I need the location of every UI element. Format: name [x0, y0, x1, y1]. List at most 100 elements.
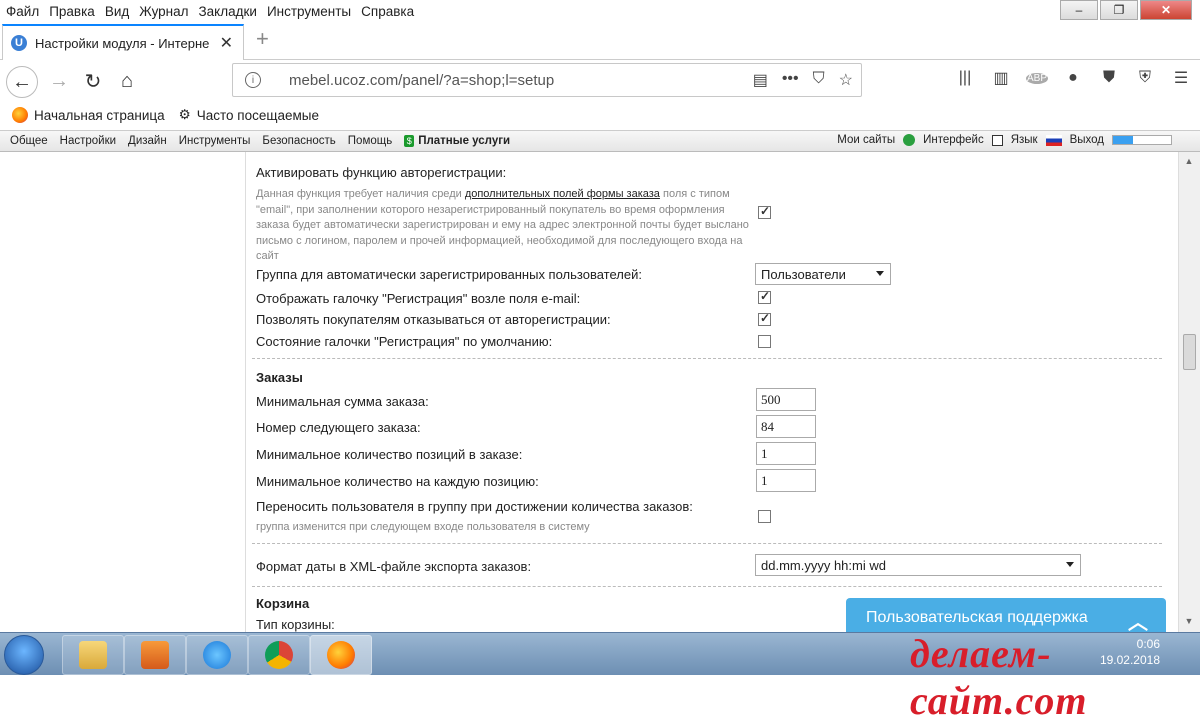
url-bar[interactable]: i mebel.ucoz.com/panel/?a=shop;l=setup ▤… [232, 63, 862, 97]
ucoz-menu-security[interactable]: Безопасность [262, 135, 335, 147]
menu-bookmarks[interactable]: Закладки [199, 4, 257, 19]
bookmark-star-icon[interactable]: ☆ [839, 70, 853, 90]
chrome-icon [265, 641, 293, 669]
progress-bar [1112, 135, 1172, 145]
taskbar-media[interactable] [124, 635, 186, 675]
firefox-icon [327, 641, 355, 669]
extra-fields-link[interactable]: дополнительных полей формы заказа [465, 188, 660, 200]
tab-active[interactable]: U Настройки модуля - Интерне ✕ [2, 24, 244, 60]
divider [252, 543, 1162, 544]
folder-icon [79, 641, 107, 669]
ucoz-menu-design[interactable]: Дизайн [128, 135, 167, 147]
left-sidebar [0, 152, 246, 632]
ublock-icon[interactable]: ⛊ [1098, 69, 1120, 87]
taskbar-ie[interactable] [186, 635, 248, 675]
ucoz-menu-paid[interactable]: Платные услуги [418, 135, 510, 147]
menu-view[interactable]: Вид [105, 4, 129, 19]
interface-checkbox[interactable] [991, 134, 1003, 146]
toolbar-right: ||| ▥ ABP ● ⛊ ⛨ ☰ [954, 68, 1192, 88]
pocket-icon[interactable]: ⛉ [813, 70, 825, 90]
autoreg-checkbox[interactable] [758, 204, 771, 219]
back-arrow-icon[interactable]: ← [6, 66, 38, 98]
divider [252, 586, 1162, 587]
scrollbar[interactable]: ▲ ▼ [1178, 152, 1200, 632]
tab-title: Настройки модуля - Интерне [35, 35, 210, 51]
language-link[interactable]: Язык [1011, 134, 1038, 146]
close-window-button[interactable]: ✕ [1140, 0, 1192, 20]
allow-refuse-checkbox[interactable] [758, 311, 771, 326]
extension-icon[interactable]: ● [1062, 69, 1084, 87]
new-tab-icon[interactable]: + [256, 26, 269, 52]
home-icon[interactable]: ⌂ [112, 66, 142, 96]
autoreg-label: Активировать функцию авторегистрации: [256, 165, 507, 180]
bookmark-frequent[interactable]: Часто посещаемые [197, 108, 319, 123]
ucoz-menu-help[interactable]: Помощь [348, 135, 392, 147]
settings-form: Активировать функцию авторегистрации: Да… [246, 152, 1178, 632]
date-format-label: Формат даты в XML-файле экспорта заказов… [256, 559, 532, 574]
menu-bar: Файл Правка Вид Журнал Закладки Инструме… [0, 0, 1200, 22]
reload-icon[interactable]: ↻ [78, 66, 108, 96]
group-select[interactable]: Пользователи [755, 263, 891, 285]
min-pos-input[interactable]: 1 [756, 442, 816, 465]
next-num-label: Номер следующего заказа: [256, 420, 421, 435]
next-num-input[interactable]: 84 [756, 415, 816, 438]
taskbar-explorer[interactable] [62, 635, 124, 675]
orders-heading: Заказы [256, 370, 303, 385]
min-each-input[interactable]: 1 [756, 469, 816, 492]
reader-view-icon[interactable]: ▤ [753, 70, 768, 90]
min-pos-label: Минимальное количество позиций в заказе: [256, 447, 523, 462]
scroll-down-icon[interactable]: ▼ [1182, 616, 1196, 630]
menu-edit[interactable]: Правка [49, 4, 95, 19]
info-icon[interactable]: i [245, 72, 261, 88]
tab-bar: U Настройки модуля - Интерне ✕ + [0, 22, 1200, 60]
clock-date: 19.02.2018 [1099, 653, 1160, 667]
forward-arrow-icon[interactable]: → [44, 66, 74, 96]
min-sum-label: Минимальная сумма заказа: [256, 394, 429, 409]
bookmark-home[interactable]: Начальная страница [34, 108, 165, 123]
move-group-description: группа изменится при следующем входе пол… [256, 521, 590, 533]
sidebar-icon[interactable]: ▥ [990, 68, 1012, 88]
clock-time: 0:06 [1136, 637, 1160, 651]
chevron-down-icon [876, 271, 884, 276]
internet-explorer-icon [203, 641, 231, 669]
default-state-checkbox[interactable] [758, 335, 771, 348]
close-tab-icon[interactable]: ✕ [220, 33, 233, 53]
allow-refuse-label: Позволять покупателям отказываться от ав… [256, 312, 611, 327]
scrollbar-thumb[interactable] [1183, 334, 1196, 370]
divider [252, 358, 1162, 359]
logout-link[interactable]: Выход [1070, 134, 1104, 146]
hamburger-menu-icon[interactable]: ☰ [1170, 68, 1192, 88]
cart-type-label: Тип корзины: [256, 617, 335, 632]
my-sites-link[interactable]: Мои сайты [837, 134, 895, 146]
menu-history[interactable]: Журнал [139, 4, 188, 19]
firefox-icon [12, 107, 28, 123]
minimize-button[interactable]: ‒ [1060, 0, 1098, 20]
maximize-button[interactable]: ❐ [1100, 0, 1138, 20]
date-format-select[interactable]: dd.mm.yyyy hh:mi wd [755, 554, 1081, 576]
default-state-label: Состояние галочки "Регистрация" по умолч… [256, 334, 553, 349]
more-actions-icon[interactable]: ••• [782, 70, 799, 90]
adblock-icon[interactable]: ABP [1026, 72, 1048, 84]
interface-link[interactable]: Интерфейс [923, 134, 984, 146]
ucoz-menu-settings[interactable]: Настройки [60, 135, 116, 147]
ucoz-admin-bar: Общее Настройки Дизайн Инструменты Безоп… [0, 130, 1200, 152]
library-icon[interactable]: ||| [954, 69, 976, 87]
move-group-label: Переносить пользователя в группу при дос… [256, 499, 693, 514]
menu-file[interactable]: Файл [6, 4, 39, 19]
ucoz-menu-general[interactable]: Общее [10, 135, 48, 147]
show-reg-checkbox[interactable] [758, 289, 771, 304]
taskbar-chrome[interactable] [248, 635, 310, 675]
show-reg-label: Отображать галочку "Регистрация" возле п… [256, 291, 581, 306]
autoreg-description: Данная функция требует наличия среди доп… [256, 188, 749, 262]
menu-tools[interactable]: Инструменты [267, 4, 351, 19]
min-sum-input[interactable]: 500 [756, 388, 816, 411]
scroll-up-icon[interactable]: ▲ [1182, 156, 1196, 170]
ucoz-menu-tools[interactable]: Инструменты [179, 135, 251, 147]
russian-flag-icon[interactable] [1045, 134, 1062, 146]
menu-help[interactable]: Справка [361, 4, 414, 19]
shield-icon[interactable]: ⛨ [1134, 69, 1156, 87]
start-button[interactable] [4, 635, 44, 675]
taskbar-firefox[interactable] [310, 635, 372, 675]
move-group-checkbox[interactable] [758, 510, 771, 523]
min-each-label: Минимальное количество на каждую позицию… [256, 474, 539, 489]
